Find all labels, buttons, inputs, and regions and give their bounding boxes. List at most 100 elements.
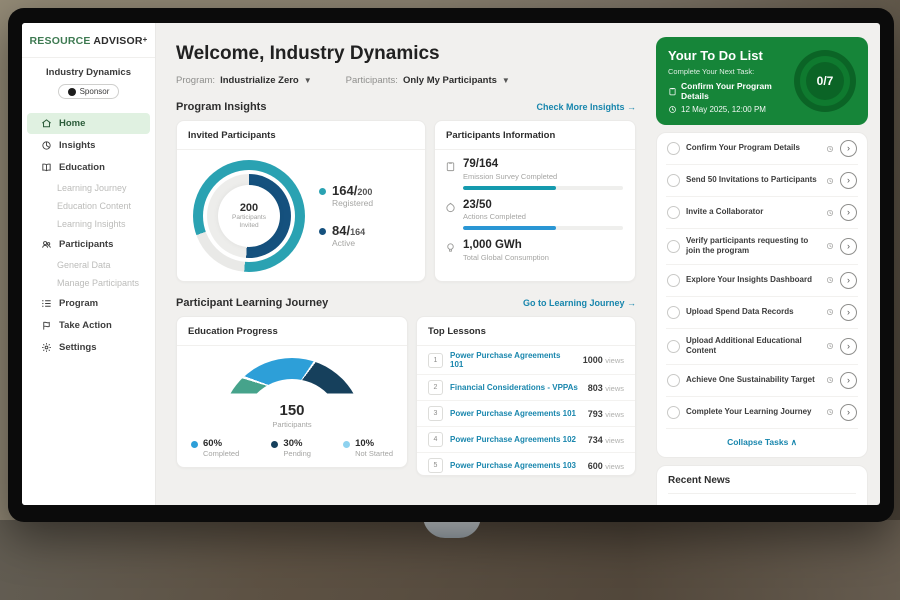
sponsor-badge[interactable]: Sponsor — [58, 84, 120, 99]
app-logo: RESOURCE ADVISOR+ — [22, 35, 155, 47]
lesson-link[interactable]: Power Purchase Agreements 101 — [450, 351, 576, 369]
task-go-button[interactable]: › — [840, 140, 857, 157]
task-row[interactable]: Verify participants requesting to join t… — [666, 229, 858, 265]
sidebar-item-education[interactable]: Education — [27, 157, 150, 178]
task-row[interactable]: Invite a Collaborator › — [666, 197, 858, 229]
task-checkbox[interactable] — [667, 406, 680, 419]
program-filter-label: Program: — [176, 75, 215, 86]
task-go-button[interactable]: › — [840, 372, 857, 389]
participants-information-card-title: Participants Information — [435, 121, 635, 150]
lesson-rank: 1 — [428, 353, 443, 368]
arrow-right-icon: → — [627, 102, 636, 112]
task-checkbox[interactable] — [667, 374, 680, 387]
task-go-button[interactable]: › — [840, 338, 857, 355]
task-row[interactable]: Upload Additional Educational Content › — [666, 329, 858, 365]
task-label: Explore Your Insights Dashboard — [686, 275, 820, 285]
chevron-up-icon: ∧ — [791, 437, 797, 447]
sidebar-item-manage-participants[interactable]: Manage Participants — [22, 274, 155, 292]
home-icon — [41, 118, 52, 129]
lesson-link[interactable]: Power Purchase Agreements 102 — [450, 435, 581, 444]
sidebar: RESOURCE ADVISOR+ Industry Dynamics Spon… — [22, 23, 156, 505]
task-go-button[interactable]: › — [840, 204, 857, 221]
task-go-button[interactable]: › — [840, 404, 857, 421]
todo-progress-value: 0/7 — [817, 74, 834, 88]
monitor-bezel: RESOURCE ADVISOR+ Industry Dynamics Spon… — [8, 8, 894, 522]
task-go-button[interactable]: › — [840, 238, 857, 255]
clock-icon — [826, 376, 834, 384]
task-go-button[interactable]: › — [840, 304, 857, 321]
sidebar-item-home[interactable]: Home — [27, 113, 150, 134]
task-row[interactable]: Achieve One Sustainability Target › — [666, 365, 858, 397]
education-icon — [41, 162, 52, 173]
sidebar-item-general-data[interactable]: General Data — [22, 256, 155, 274]
todo-title: Your To Do List — [668, 48, 786, 63]
lesson-link[interactable]: Power Purchase Agreements 101 — [450, 409, 581, 418]
participants-information-card: Participants Information 79/164 Emission… — [434, 120, 636, 282]
task-go-button[interactable]: › — [840, 172, 857, 189]
task-row[interactable]: Complete Your Learning Journey › — [666, 397, 858, 429]
participants-icon — [41, 239, 52, 250]
clock-icon — [826, 145, 834, 153]
program-insights-title: Program Insights — [176, 101, 266, 113]
sidebar-item-program[interactable]: Program — [27, 293, 150, 314]
task-checkbox[interactable] — [667, 142, 680, 155]
task-go-button[interactable]: › — [840, 272, 857, 289]
task-row[interactable]: Explore Your Insights Dashboard › — [666, 265, 858, 297]
lesson-row[interactable]: 3 Power Purchase Agreements 101 793 view… — [417, 401, 635, 427]
todo-panel: Your To Do List Complete Your Next Task:… — [650, 23, 880, 505]
sidebar-item-settings[interactable]: Settings — [27, 337, 150, 358]
task-checkbox[interactable] — [667, 240, 680, 253]
todo-header-card: Your To Do List Complete Your Next Task:… — [656, 37, 868, 125]
legend-dot — [319, 188, 326, 195]
task-row[interactable]: Upload Spend Data Records › — [666, 297, 858, 329]
participants-filter-value: Only My Participants — [403, 75, 497, 86]
chevron-down-icon: ▼ — [502, 76, 510, 85]
take-action-icon — [41, 320, 52, 331]
program-filter[interactable]: Program: Industrialize Zero ▼ — [176, 75, 312, 86]
sidebar-item-take-action[interactable]: Take Action — [27, 315, 150, 336]
task-checkbox[interactable] — [667, 174, 680, 187]
invited-participants-card-title: Invited Participants — [177, 121, 425, 150]
task-checkbox[interactable] — [667, 206, 680, 219]
sidebar-item-education-content[interactable]: Education Content — [22, 197, 155, 215]
legend-dot — [191, 441, 198, 448]
task-checkbox[interactable] — [667, 274, 680, 287]
task-checkbox[interactable] — [667, 306, 680, 319]
participants-filter[interactable]: Participants: Only My Participants ▼ — [346, 75, 510, 86]
sidebar-item-insights[interactable]: Insights — [27, 135, 150, 156]
clock-icon — [668, 105, 677, 114]
stat-emission-survey: 79/164 Emission Survey Completed — [445, 158, 623, 190]
clock-icon — [826, 408, 834, 416]
sidebar-item-participants[interactable]: Participants — [27, 234, 150, 255]
task-label: Complete Your Learning Journey — [686, 407, 820, 417]
lesson-row[interactable]: 1 Power Purchase Agreements 101 1000 vie… — [417, 346, 635, 375]
todo-progress-ring: 0/7 — [794, 50, 856, 112]
lesson-row[interactable]: 2 Financial Considerations - VPPAs 803 v… — [417, 375, 635, 401]
sidebar-item-label: Participants — [59, 239, 113, 250]
lesson-row[interactable]: 5 Power Purchase Agreements 103 600 view… — [417, 453, 635, 478]
education-progress-gauge-chart: 150 Participants — [221, 358, 363, 429]
check-more-insights-link[interactable]: Check More Insights → — [536, 102, 636, 112]
bulb-icon — [445, 242, 456, 253]
arrow-right-icon: → — [627, 298, 636, 308]
filters-row: Program: Industrialize Zero ▼ Participan… — [176, 75, 636, 86]
clock-icon — [826, 209, 834, 217]
legend-item-registered: 164/200 Registered — [319, 184, 373, 208]
sidebar-item-learning-insights[interactable]: Learning Insights — [22, 215, 155, 233]
lesson-link[interactable]: Power Purchase Agreements 103 — [450, 461, 581, 470]
sponsor-badge-label: Sponsor — [80, 87, 110, 96]
logo-primary: RESOURCE — [30, 35, 91, 47]
lesson-row[interactable]: 4 Power Purchase Agreements 102 734 view… — [417, 427, 635, 453]
lesson-link[interactable]: Financial Considerations - VPPAs — [450, 383, 581, 392]
task-row[interactable]: Confirm Your Program Details › — [666, 133, 858, 165]
learning-journey-title: Participant Learning Journey — [176, 297, 328, 309]
logo-secondary: ADVISOR — [93, 35, 142, 47]
task-checkbox[interactable] — [667, 340, 680, 353]
gauge-center-value: 150 — [279, 403, 304, 418]
page-title: Welcome, Industry Dynamics — [176, 43, 636, 65]
go-to-learning-journey-link[interactable]: Go to Learning Journey → — [523, 298, 636, 308]
task-row[interactable]: Send 50 Invitations to Participants › — [666, 165, 858, 197]
sidebar-item-learning-journey[interactable]: Learning Journey — [22, 179, 155, 197]
actions-progress-bar — [463, 226, 623, 230]
collapse-tasks-link[interactable]: Collapse Tasks ∧ — [666, 429, 858, 457]
